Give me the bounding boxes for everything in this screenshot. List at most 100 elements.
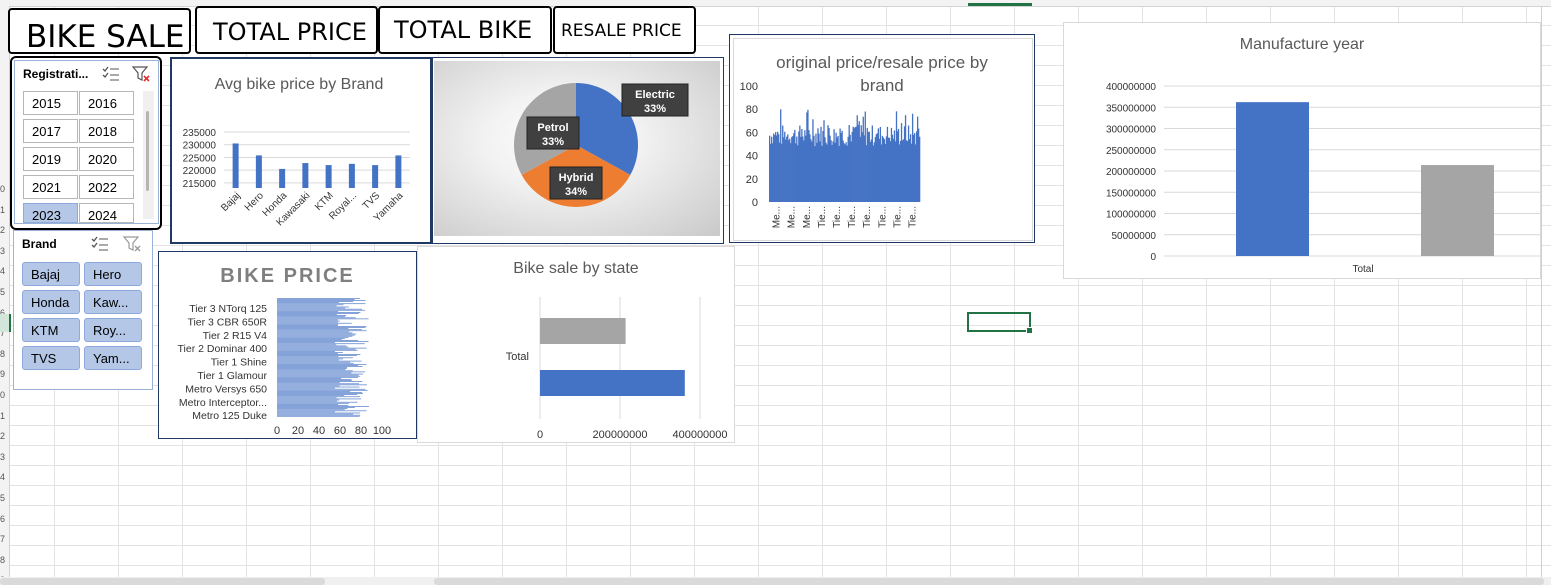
row-number[interactable]: 5 bbox=[0, 493, 5, 503]
brand-slicer-item[interactable]: Hero bbox=[84, 262, 142, 286]
bar bbox=[277, 413, 354, 415]
y-tick-label: Tier 1 Glamour bbox=[197, 370, 267, 382]
row-number[interactable]: 4 bbox=[0, 472, 5, 482]
row-number[interactable]: 2 bbox=[0, 431, 5, 441]
kpi-total-bike[interactable]: TOTAL BIKE bbox=[378, 6, 552, 54]
brand-slicer-item[interactable]: Yam... bbox=[84, 346, 142, 370]
kpi-resale-price[interactable]: RESALE PRICE bbox=[553, 6, 696, 54]
bar bbox=[277, 352, 343, 353]
chart-bike-sale-by-state[interactable]: Bike sale by state 0 200000000 400000000 To… bbox=[417, 246, 735, 443]
chart-title: Avg bike price by Brand bbox=[215, 76, 384, 93]
x-tick-label: Tie... bbox=[832, 206, 843, 228]
active-cell[interactable] bbox=[967, 312, 1033, 334]
bar bbox=[277, 366, 363, 367]
brand-slicer-item[interactable]: KTM bbox=[22, 318, 80, 342]
row-number[interactable]: 8 bbox=[0, 555, 5, 565]
kpi-bike-sale[interactable]: BIKE SALE bbox=[8, 8, 191, 54]
bar bbox=[277, 414, 361, 416]
slicer-scroll-thumb[interactable] bbox=[146, 111, 149, 191]
bar bbox=[277, 312, 361, 313]
row-number[interactable]: 6 bbox=[0, 514, 5, 524]
slicer-item-2024[interactable]: 2024 bbox=[79, 203, 134, 223]
row-number[interactable]: 9 bbox=[0, 369, 5, 379]
brand-slicer-item[interactable]: Kaw... bbox=[84, 290, 142, 314]
kpi-label: TOTAL PRICE bbox=[213, 18, 367, 46]
row-number[interactable]: 4 bbox=[0, 266, 5, 276]
row-number[interactable]: 8 bbox=[0, 349, 5, 359]
bar bbox=[277, 354, 361, 355]
brand-slicer-item[interactable]: Roy... bbox=[84, 318, 142, 342]
slicer-title: Brand bbox=[22, 237, 57, 251]
bar bbox=[277, 394, 358, 395]
bar bbox=[277, 358, 343, 360]
brand-slicer[interactable]: Brand Bajaj Hero Honda Kaw... KTM Roy... TVS Ya… bbox=[13, 230, 153, 390]
bar bbox=[277, 315, 347, 316]
chart-avg-price-by-brand[interactable]: Avg bike price by Brand 235000 230000 22500… bbox=[170, 57, 432, 244]
chart-original-resale[interactable]: original price/resale price by brand 100… bbox=[729, 34, 1035, 243]
row-number[interactable]: 2 bbox=[0, 225, 5, 235]
slicer-item-2022[interactable]: 2022 bbox=[79, 175, 134, 199]
slicer-scrollbar[interactable] bbox=[143, 91, 154, 219]
row-number[interactable]: 1 bbox=[0, 411, 5, 421]
bar bbox=[277, 382, 340, 384]
slicer-item-2015[interactable]: 2015 bbox=[23, 91, 78, 115]
y-tick-label: 400000000 bbox=[1106, 82, 1156, 93]
row-header-strip[interactable]: 01234567890123456789 bbox=[0, 6, 10, 585]
bar bbox=[277, 340, 359, 341]
bar bbox=[277, 411, 336, 413]
manufacture-year-chart-svg: 400000000 350000000 300000000 250000000 2000… bbox=[1106, 82, 1540, 275]
row-number[interactable]: 5 bbox=[0, 287, 5, 297]
x-tick-label: Tie... bbox=[862, 206, 873, 228]
bar bbox=[277, 351, 336, 352]
registration-slicer[interactable]: Registrati... 2015 2016 2017 2018 2019 2020 20… bbox=[14, 60, 159, 224]
bar bbox=[277, 404, 339, 405]
slicer-item-2016[interactable]: 2016 bbox=[79, 91, 134, 115]
slicer-item-2021[interactable]: 2021 bbox=[23, 175, 78, 199]
row-number[interactable]: 0 bbox=[0, 184, 5, 194]
chart-manufacture-year[interactable]: Manufacture year 400000000 350000000 30000… bbox=[1063, 22, 1541, 279]
bar bbox=[277, 347, 367, 349]
filter-icon[interactable] bbox=[122, 235, 142, 253]
bar bbox=[277, 399, 340, 401]
row-number[interactable]: 3 bbox=[0, 246, 5, 256]
multi-select-icon[interactable] bbox=[90, 235, 110, 253]
bar bbox=[277, 388, 366, 390]
chart-bike-price[interactable]: BIKE PRICE Tier 3 NTorq 125 Tier 3 CBR 65… bbox=[158, 251, 417, 439]
brand-slicer-item[interactable]: Bajaj bbox=[22, 262, 80, 286]
y-tick-label: Tier 1 Shine bbox=[211, 357, 267, 369]
row-number[interactable]: 3 bbox=[0, 452, 5, 462]
bar bbox=[277, 385, 340, 387]
data-label-name: Electric bbox=[635, 89, 675, 101]
y-tick-label: Tier 3 NTorq 125 bbox=[189, 303, 267, 315]
bar bbox=[277, 353, 338, 354]
x-tick-label: Tie... bbox=[877, 206, 888, 228]
bar bbox=[277, 384, 367, 386]
sheet-tab-scroll[interactable] bbox=[0, 578, 325, 585]
bar bbox=[1236, 102, 1309, 257]
multi-select-icon[interactable] bbox=[101, 65, 121, 83]
slicer-item-2017[interactable]: 2017 bbox=[23, 119, 78, 143]
clear-filter-icon[interactable] bbox=[131, 65, 151, 83]
kpi-total-price[interactable]: TOTAL PRICE bbox=[195, 6, 378, 54]
bar bbox=[277, 355, 357, 356]
row-number[interactable]: 0 bbox=[0, 390, 5, 400]
horizontal-scrollbar[interactable] bbox=[434, 578, 1544, 585]
bar bbox=[372, 165, 379, 188]
bar bbox=[277, 408, 348, 409]
slicer-item-2020[interactable]: 2020 bbox=[79, 147, 134, 171]
brand-slicer-item[interactable]: TVS bbox=[22, 346, 80, 370]
bar bbox=[277, 329, 362, 331]
slicer-item-2018[interactable]: 2018 bbox=[79, 119, 134, 143]
brand-slicer-item[interactable]: Honda bbox=[22, 290, 80, 314]
bar bbox=[277, 305, 337, 307]
x-tick-label: Tie... bbox=[817, 206, 828, 228]
slicer-item-2023[interactable]: 2023 bbox=[23, 203, 78, 223]
y-tick-label: 215000 bbox=[183, 179, 217, 190]
bar bbox=[277, 325, 338, 326]
row-number[interactable]: 1 bbox=[0, 205, 5, 215]
x-tick-label: Me... bbox=[787, 206, 798, 228]
row-number[interactable]: 7 bbox=[0, 534, 5, 544]
chart-fuel-type-pie[interactable]: Electric 33% Hybrid 34% Petrol 33% bbox=[432, 57, 724, 244]
bar bbox=[277, 409, 345, 411]
slicer-item-2019[interactable]: 2019 bbox=[23, 147, 78, 171]
